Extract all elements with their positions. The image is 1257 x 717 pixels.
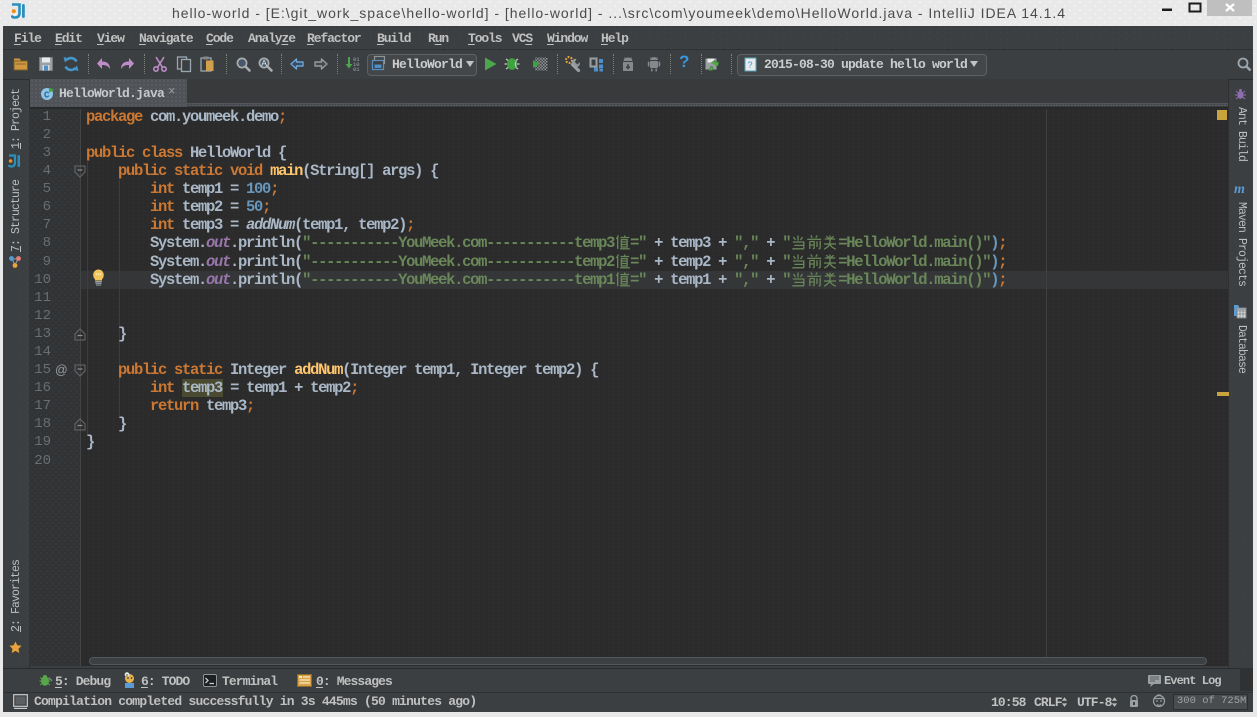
svg-text:?: ? xyxy=(748,60,753,70)
svg-text:e: e xyxy=(126,674,129,679)
svg-text:01: 01 xyxy=(353,66,360,73)
svg-text:A: A xyxy=(261,58,267,68)
